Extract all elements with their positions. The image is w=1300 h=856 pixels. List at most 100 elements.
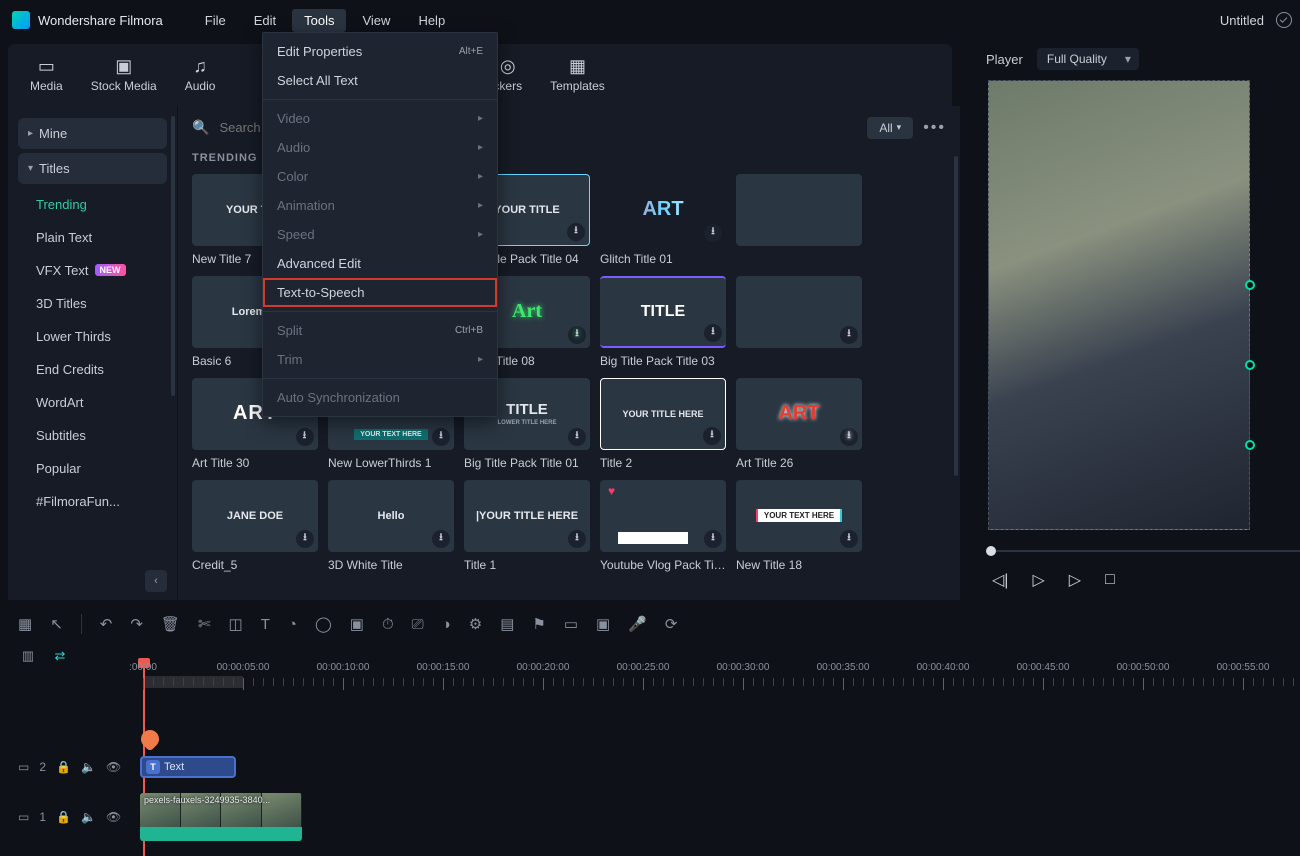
redo-icon[interactable]: ↷ <box>130 615 143 633</box>
sidebar-titles[interactable]: ▾Titles <box>18 153 167 184</box>
download-icon[interactable]: ⭳ <box>296 530 314 548</box>
menu-file[interactable]: File <box>193 9 238 32</box>
text-icon[interactable]: T <box>261 616 270 633</box>
download-icon[interactable]: ⭳ <box>568 428 586 446</box>
link-icon[interactable]: ⇄ <box>50 646 70 666</box>
title-card[interactable]: ⭳ <box>736 276 862 368</box>
tab-templates[interactable]: ▦Templates <box>536 50 619 99</box>
dd-select-all-text[interactable]: Select All Text <box>263 66 497 95</box>
scrubber-knob-icon[interactable] <box>986 546 996 556</box>
keyframe-icon[interactable]: ▣ <box>350 615 364 633</box>
lock-icon[interactable]: 🔒 <box>56 760 71 774</box>
sidebar-item-end-credits[interactable]: End Credits <box>26 353 177 386</box>
text-clip[interactable]: T Text <box>140 756 236 778</box>
download-icon[interactable]: ⭳ <box>704 324 722 342</box>
dd-animation[interactable]: Animation▸ <box>263 191 497 220</box>
dd-split[interactable]: SplitCtrl+B <box>263 316 497 345</box>
play-pause-icon[interactable]: ▷ <box>1032 570 1044 590</box>
voiceover-icon[interactable]: 🎤 <box>628 615 647 633</box>
transform-handle-icon[interactable] <box>1245 360 1255 370</box>
speed-icon[interactable]: ◔ <box>288 616 297 633</box>
preview-scrubber[interactable] <box>986 548 1300 554</box>
filter-all-button[interactable]: All▾ <box>867 117 913 139</box>
audio-mix-icon[interactable]: ▤ <box>500 615 514 633</box>
dd-video[interactable]: Video▸ <box>263 104 497 133</box>
menu-tools[interactable]: Tools <box>292 9 346 32</box>
play-icon[interactable]: ▷ <box>1069 570 1081 590</box>
title-card[interactable]: JANE DOE⭳Credit_5 <box>192 480 318 572</box>
visibility-icon[interactable]: 👁 <box>106 760 121 774</box>
mute-icon[interactable]: 🔈 <box>81 810 96 824</box>
title-card[interactable] <box>736 174 862 266</box>
sidebar-item-wordart[interactable]: WordArt <box>26 386 177 419</box>
sidebar-item-vfx-text[interactable]: VFX TextNEW <box>26 254 177 287</box>
group-icon[interactable]: ▭ <box>564 615 578 633</box>
menu-edit[interactable]: Edit <box>242 9 288 32</box>
menu-view[interactable]: View <box>350 9 402 32</box>
dd-advanced-edit[interactable]: Advanced Edit <box>263 249 497 278</box>
lock-icon[interactable]: 🔒 <box>56 810 71 824</box>
download-icon[interactable]: ⭳ <box>568 530 586 548</box>
title-card[interactable]: ART⭳Glitch Title 01 <box>600 174 726 266</box>
download-icon[interactable]: ⭳ <box>567 223 585 241</box>
sidebar-item-subtitles[interactable]: Subtitles <box>26 419 177 452</box>
more-options-icon[interactable]: ••• <box>923 119 946 137</box>
download-icon[interactable]: ⭳ <box>840 326 858 344</box>
time-ruler[interactable]: :00:0000:00:05:0000:00:10:0000:00:15:000… <box>143 666 1290 694</box>
quality-select[interactable]: Full Quality <box>1037 48 1139 70</box>
sidebar-mine[interactable]: ▸Mine <box>18 118 167 149</box>
download-icon[interactable]: ⭳ <box>296 428 314 446</box>
dd-auto-sync[interactable]: Auto Synchronization <box>263 383 497 412</box>
download-icon[interactable]: ⭳ <box>704 224 722 242</box>
dd-color[interactable]: Color▸ <box>263 162 497 191</box>
stop-icon[interactable]: □ <box>1105 571 1115 589</box>
title-thumbnail[interactable]: YOUR TEXT HERE⭳ <box>736 480 862 552</box>
dd-audio[interactable]: Audio▸ <box>263 133 497 162</box>
download-icon[interactable]: ⭳ <box>432 530 450 548</box>
title-card[interactable]: YOUR TEXT HERE⭳New Title 18 <box>736 480 862 572</box>
color-icon[interactable]: ◑ <box>442 616 451 633</box>
pointer-icon[interactable]: ↖ <box>50 615 63 633</box>
mask-icon[interactable]: ◯ <box>315 615 332 633</box>
preview-frame[interactable] <box>988 80 1250 530</box>
dd-text-to-speech[interactable]: Text-to-Speech <box>263 278 497 307</box>
mute-icon[interactable]: 🔈 <box>81 760 96 774</box>
crop-icon[interactable]: ◫ <box>229 615 243 633</box>
snap-icon[interactable]: ⎚ <box>412 616 424 633</box>
title-thumbnail[interactable]: ART⭳ <box>736 378 862 450</box>
delete-icon[interactable]: 🗑 <box>161 615 180 633</box>
layout-icon[interactable]: ▦ <box>18 615 32 633</box>
title-card[interactable]: ART⭳Art Title 26 <box>736 378 862 470</box>
title-card[interactable]: ♥⭳Youtube Vlog Pack Titl... <box>600 480 726 572</box>
cut-icon[interactable]: ✄ <box>198 615 211 633</box>
title-thumbnail[interactable]: ♥⭳ <box>600 480 726 552</box>
sidebar-item-trending[interactable]: Trending <box>26 188 177 221</box>
title-thumbnail[interactable]: |YOUR TITLE HERE⭳ <box>464 480 590 552</box>
undo-icon[interactable]: ↶ <box>100 615 113 633</box>
prev-frame-icon[interactable]: ◁| <box>992 570 1008 590</box>
tab-stock-media[interactable]: ▣Stock Media <box>77 50 171 99</box>
dd-trim[interactable]: Trim▸ <box>263 345 497 374</box>
visibility-icon[interactable]: 👁 <box>106 810 121 824</box>
title-thumbnail[interactable]: YOUR TITLE HERE⭳ <box>600 378 726 450</box>
title-thumbnail[interactable]: ART⭳ <box>600 174 726 246</box>
title-thumbnail[interactable]: ⭳ <box>736 276 862 348</box>
title-card[interactable]: YOUR TITLE HERE⭳Title 2 <box>600 378 726 470</box>
track-manager-icon[interactable]: ▥ <box>18 646 38 666</box>
adjust-icon[interactable]: ⚙ <box>469 615 482 633</box>
title-thumbnail[interactable] <box>736 174 862 246</box>
title-card[interactable]: Hello⭳3D White Title <box>328 480 454 572</box>
marker-icon[interactable]: ⚑ <box>532 615 545 633</box>
title-thumbnail[interactable]: Hello⭳ <box>328 480 454 552</box>
download-icon[interactable]: ⭳ <box>704 530 722 548</box>
tab-audio[interactable]: ♫Audio <box>171 50 230 99</box>
sidebar-item-filmorafun[interactable]: #FilmoraFun... <box>26 485 177 518</box>
title-card[interactable]: |YOUR TITLE HERE⭳Title 1 <box>464 480 590 572</box>
render-icon[interactable]: ⟳ <box>665 615 678 633</box>
download-icon[interactable]: ⭳ <box>703 427 721 445</box>
download-icon[interactable]: ⭳ <box>568 326 586 344</box>
title-thumbnail[interactable]: JANE DOE⭳ <box>192 480 318 552</box>
video-clip[interactable]: pexels-fauxels-3249935-3840... <box>140 793 302 841</box>
sidebar-item-lower-thirds[interactable]: Lower Thirds <box>26 320 177 353</box>
tab-media[interactable]: ▭Media <box>16 50 77 99</box>
